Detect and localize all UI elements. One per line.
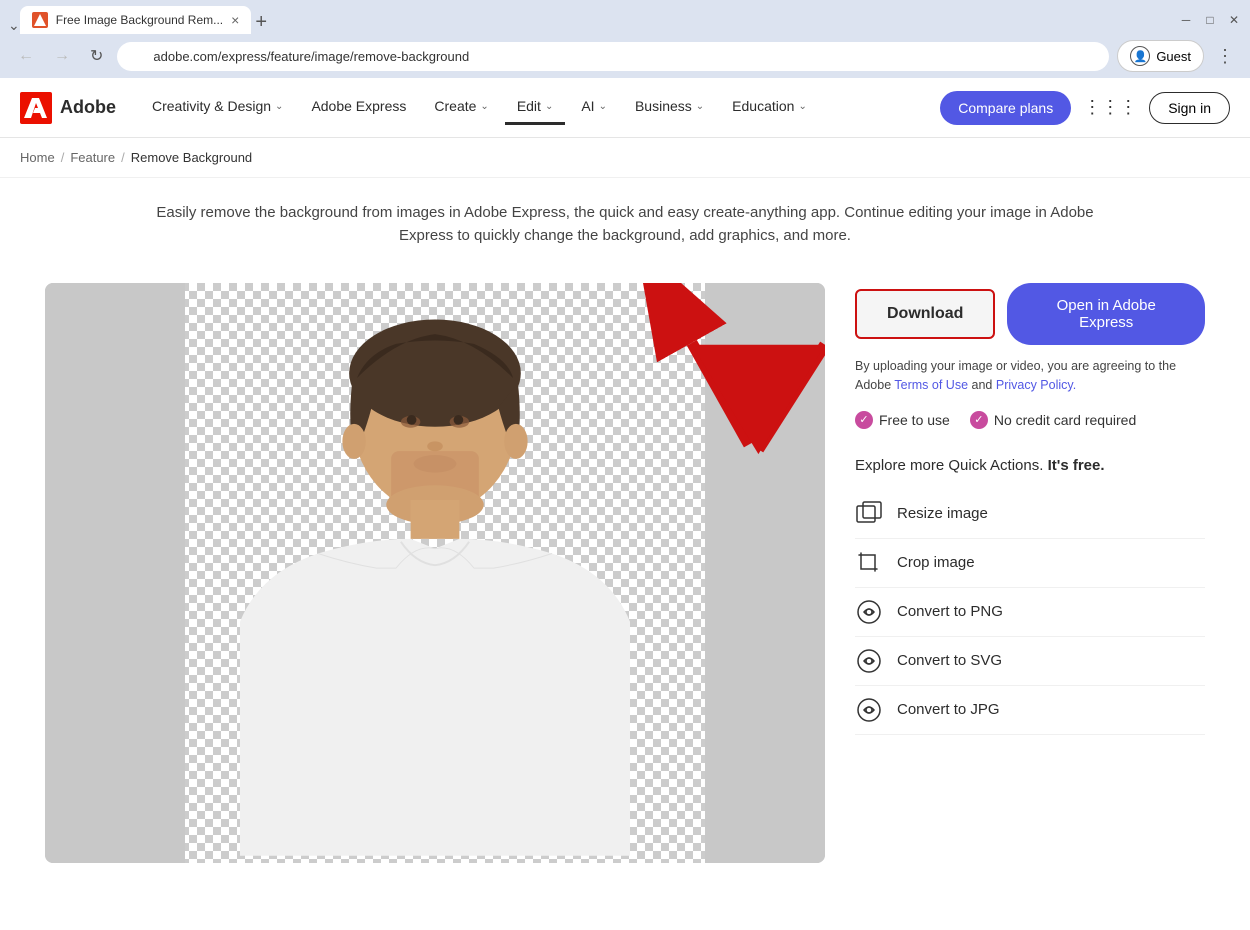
person-image <box>45 283 825 863</box>
window-controls: ─ □ ✕ <box>1178 12 1242 28</box>
active-tab[interactable]: Free Image Background Rem... × <box>20 6 252 34</box>
free-to-use-badge: ✓ Free to use <box>855 411 950 429</box>
nav-edit[interactable]: Edit ⌄ <box>505 90 566 125</box>
resize-image-action[interactable]: Resize image <box>855 490 1205 539</box>
checkmark-icon: ✓ <box>855 411 873 429</box>
profile-icon: 👤 <box>1130 46 1150 66</box>
convert-svg-action[interactable]: Convert to SVG <box>855 637 1205 686</box>
crop-icon <box>855 549 883 577</box>
compare-plans-button[interactable]: Compare plans <box>940 91 1071 125</box>
open-in-express-button[interactable]: Open in Adobe Express <box>1007 283 1205 345</box>
nav-ai[interactable]: AI ⌄ <box>569 90 619 125</box>
chevron-down-icon: ⌄ <box>696 101 704 112</box>
browser-menu-button[interactable]: ⋮ <box>1212 44 1238 69</box>
convert-png-action[interactable]: Convert to PNG <box>855 588 1205 637</box>
no-credit-card-label: No credit card required <box>994 412 1136 428</box>
breadcrumb-sep-1: / <box>61 150 65 165</box>
convert-jpg-action[interactable]: Convert to JPG <box>855 686 1205 735</box>
upload-note: By uploading your image or video, you ar… <box>855 357 1205 395</box>
page-content: Adobe Creativity & Design ⌄ Adobe Expres… <box>0 78 1250 903</box>
sign-in-button[interactable]: Sign in <box>1149 92 1230 124</box>
no-credit-card-badge: ✓ No credit card required <box>970 411 1136 429</box>
address-bar[interactable] <box>117 42 1109 71</box>
adobe-icon <box>20 92 52 124</box>
breadcrumb-sep-2: / <box>121 150 125 165</box>
convert-svg-icon <box>855 647 883 675</box>
privacy-policy-link[interactable]: Privacy Policy. <box>996 378 1076 392</box>
tab-title: Free Image Background Rem... <box>56 13 223 27</box>
adobe-text: Adobe <box>60 97 116 118</box>
free-to-use-label: Free to use <box>879 412 950 428</box>
chevron-down-icon: ⌄ <box>599 101 607 112</box>
forward-button[interactable]: → <box>48 43 76 69</box>
recent-tabs-button[interactable]: ⌄ <box>8 17 20 34</box>
nav-adobe-express[interactable]: Adobe Express <box>299 90 418 125</box>
nav-create[interactable]: Create ⌄ <box>422 90 500 125</box>
breadcrumb-feature[interactable]: Feature <box>70 150 115 165</box>
resize-icon <box>855 500 883 528</box>
image-preview-area <box>45 283 825 863</box>
address-bar-wrapper: 🔒 <box>117 42 1109 71</box>
right-panel: Download Open in Adobe Express By upload… <box>825 283 1205 863</box>
breadcrumb: Home / Feature / Remove Background <box>0 138 1250 178</box>
new-tab-button[interactable]: + <box>251 11 271 34</box>
site-navigation: Adobe Creativity & Design ⌄ Adobe Expres… <box>0 78 1250 138</box>
nav-creativity-design[interactable]: Creativity & Design ⌄ <box>140 90 295 125</box>
maximize-button[interactable]: □ <box>1202 12 1218 28</box>
nav-right: Compare plans ⋮⋮⋮ Sign in <box>940 91 1230 125</box>
nav-education[interactable]: Education ⌄ <box>720 90 819 125</box>
convert-png-icon <box>855 598 883 626</box>
resize-image-label: Resize image <box>897 505 988 522</box>
chevron-down-icon: ⌄ <box>275 101 283 112</box>
breadcrumb-home[interactable]: Home <box>20 150 55 165</box>
reload-button[interactable]: ↻ <box>84 42 109 70</box>
tab-favicon <box>32 12 48 28</box>
quick-actions-title: Explore more Quick Actions. It's free. <box>855 457 1205 474</box>
browser-chrome: ⌄ Free Image Background Rem... × + ─ □ ✕… <box>0 0 1250 78</box>
chevron-down-icon: ⌄ <box>480 101 488 112</box>
action-buttons: Download Open in Adobe Express <box>855 283 1205 345</box>
close-window-button[interactable]: ✕ <box>1226 12 1242 28</box>
checkmark-icon-2: ✓ <box>970 411 988 429</box>
hero-description: Easily remove the background from images… <box>125 178 1125 267</box>
apps-grid-icon[interactable]: ⋮⋮⋮ <box>1083 97 1137 118</box>
convert-jpg-icon <box>855 696 883 724</box>
crop-image-label: Crop image <box>897 554 975 571</box>
nav-business[interactable]: Business ⌄ <box>623 90 716 125</box>
profile-button[interactable]: 👤 Guest <box>1117 40 1204 72</box>
nav-items: Creativity & Design ⌄ Adobe Express Crea… <box>140 90 940 125</box>
chevron-down-icon: ⌄ <box>798 101 806 112</box>
convert-svg-label: Convert to SVG <box>897 652 1002 669</box>
main-content: Download Open in Adobe Express By upload… <box>25 267 1225 903</box>
convert-jpg-label: Convert to JPG <box>897 701 1000 718</box>
convert-png-label: Convert to PNG <box>897 603 1003 620</box>
tab-list: ⌄ Free Image Background Rem... × + <box>8 6 1174 34</box>
chevron-down-icon: ⌄ <box>545 101 553 112</box>
download-button[interactable]: Download <box>855 289 995 339</box>
adobe-logo[interactable]: Adobe <box>20 92 116 124</box>
tab-close-button[interactable]: × <box>231 12 239 28</box>
breadcrumb-current: Remove Background <box>131 150 252 165</box>
crop-image-action[interactable]: Crop image <box>855 539 1205 588</box>
terms-of-use-link[interactable]: Terms of Use <box>894 378 968 392</box>
minimize-button[interactable]: ─ <box>1178 12 1194 28</box>
profile-label: Guest <box>1156 49 1191 64</box>
browser-titlebar: ⌄ Free Image Background Rem... × + ─ □ ✕ <box>0 0 1250 34</box>
browser-toolbar: ← → ↻ 🔒 👤 Guest ⋮ <box>0 34 1250 78</box>
feature-badges: ✓ Free to use ✓ No credit card required <box>855 411 1205 429</box>
back-button[interactable]: ← <box>12 43 40 69</box>
